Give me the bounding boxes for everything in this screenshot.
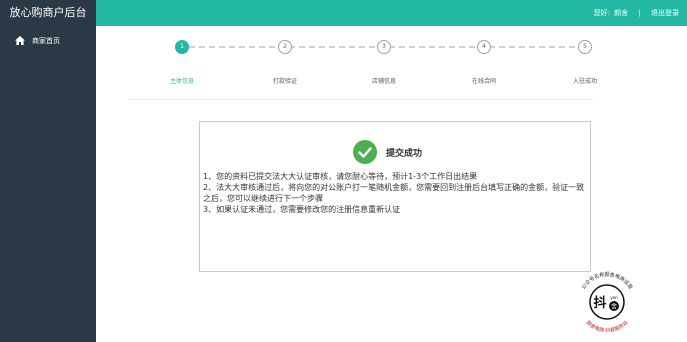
result-message: 1、您的资料已提交法大大认证审核，请您耐心等待，预计1-3个工作日出结果 2、法… (203, 171, 588, 215)
step-circle: 3 (377, 40, 391, 54)
watermark-logo: 公众号名称颜舍电商运营 抖 yan 舍 颜舍电商·抖音服务站 (581, 271, 634, 334)
step-label: 打款验证 (272, 78, 297, 85)
user-menu: 您好: 颜舍 | 退出登录 (594, 0, 679, 26)
watermark-char2: 舍 (611, 303, 617, 311)
watermark-char: 抖 (593, 295, 606, 311)
step-4: 4 在线合同 (472, 40, 496, 85)
top-bar: 放心购商户后台 您好: 颜舍 | 退出登录 (0, 0, 687, 26)
result-line-2: 2、法大大审核通过后，将向您的对公账户打一笔随机金额，您需要回到注册后台填写正确… (203, 183, 585, 203)
step-circle: 5 (578, 40, 592, 54)
step-label: 在线合同 (471, 78, 496, 85)
step-label: 入驻成功 (572, 78, 597, 85)
greeting-label: 您好: (593, 9, 610, 17)
step-1: 1 主体信息 (170, 40, 194, 85)
home-icon (15, 36, 25, 45)
svg-text:颜舍电商·抖音服务站: 颜舍电商·抖音服务站 (585, 319, 629, 334)
sidebar-item-label: 商家首页 (32, 37, 60, 45)
check-circle-icon (353, 140, 377, 164)
step-5: 5 入驻成功 (573, 40, 597, 85)
watermark-ring-bottom: 颜舍电商·抖音服务站 (585, 319, 629, 334)
section-divider (128, 99, 593, 100)
step-circle: 1 (175, 40, 189, 54)
sidebar-item-merchant-home[interactable]: 商家首页 (0, 31, 96, 51)
app-title: 放心购商户后台 (0, 0, 96, 26)
result-title: 提交成功 (386, 149, 423, 159)
sidebar: 商家首页 (0, 26, 96, 342)
step-2: 2 打款验证 (273, 40, 297, 85)
step-label: 主体信息 (169, 78, 194, 85)
watermark-small: yan (610, 295, 618, 300)
step-circle: 2 (278, 40, 292, 54)
username-link[interactable]: 颜舍 (614, 0, 628, 26)
submission-result-panel: 提交成功 1、您的资料已提交法大大认证审核，请您耐心等待，预计1-3个工作日出结… (199, 121, 591, 272)
logout-link[interactable]: 退出登录 (651, 0, 679, 26)
header-separator: | (638, 9, 641, 17)
result-line-3: 3、如果认证未通过，您需要修改您的注册信息重新认证 (203, 205, 401, 214)
step-circle: 4 (477, 40, 491, 54)
step-3: 3 店铺信息 (372, 40, 396, 85)
result-line-1: 1、您的资料已提交法大大认证审核，请您耐心等待，预计1-3个工作日出结果 (203, 172, 478, 181)
step-label: 店铺信息 (371, 78, 396, 85)
progress-steps: 1 主体信息 2 打款验证 3 店铺信息 4 在线合同 5 入驻成功 (96, 26, 687, 86)
